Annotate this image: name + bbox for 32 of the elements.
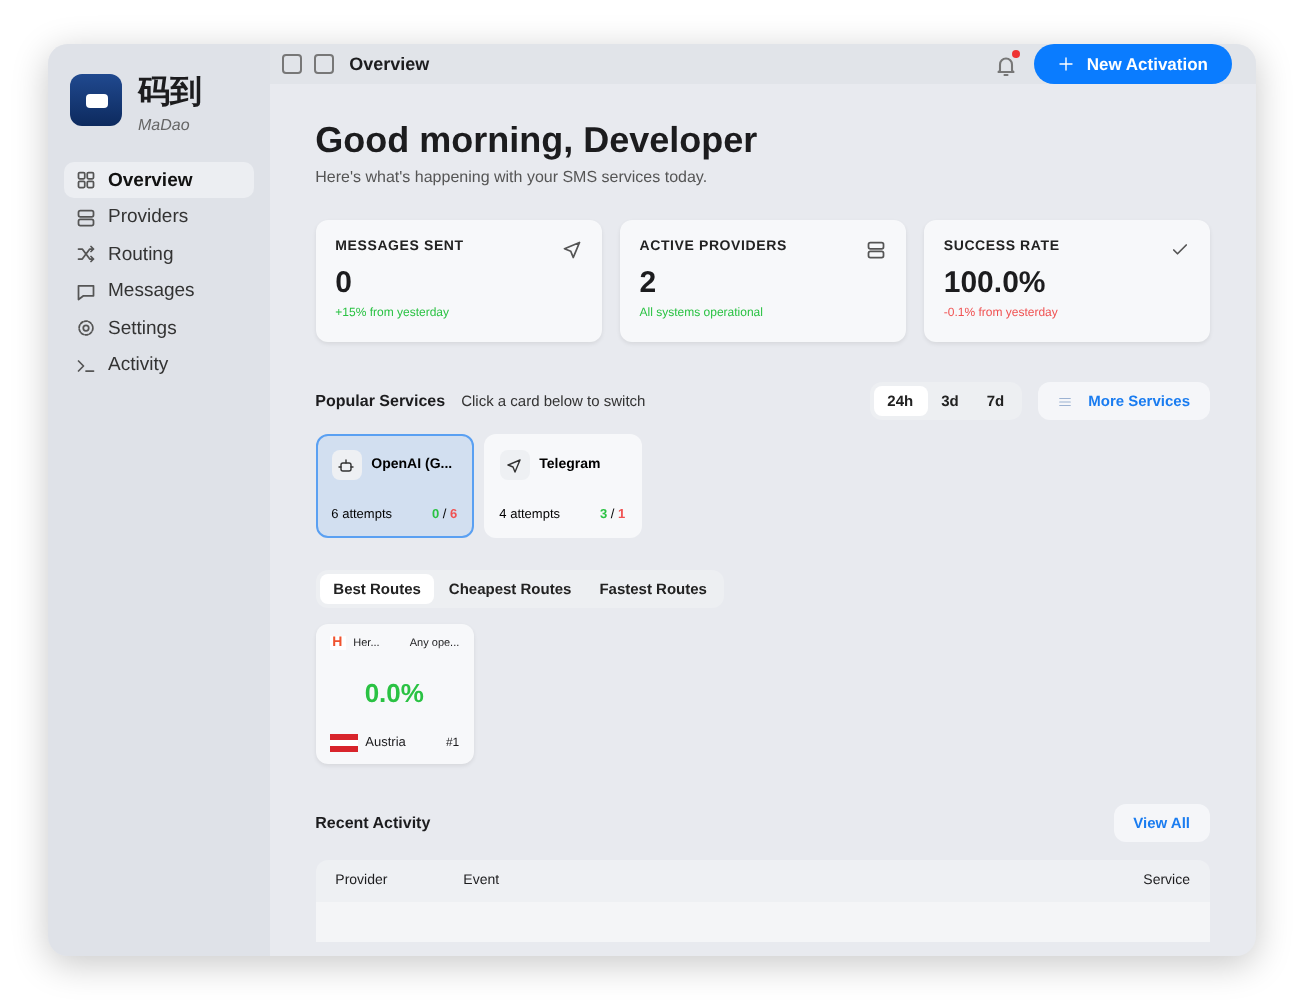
app-subtitle: MaDao — [138, 116, 192, 134]
section-title: Popular Services — [315, 392, 446, 410]
section-title: Recent Activity — [315, 814, 431, 832]
send-icon — [561, 240, 582, 260]
stat-value: 0 — [335, 266, 354, 300]
robot-icon — [338, 457, 355, 473]
new-activation-button[interactable]: New Activation — [1034, 44, 1232, 84]
sidebar-item[interactable]: Activity — [64, 347, 254, 383]
sidebar-item[interactable]: Providers — [64, 199, 254, 235]
sidebar-item[interactable]: Routing — [64, 236, 254, 272]
shuffle-icon — [76, 244, 96, 264]
server-icon — [865, 240, 886, 260]
send-icon — [506, 457, 523, 473]
app-logo-icon — [70, 74, 122, 126]
plus-icon — [1058, 56, 1075, 72]
terminal-icon — [76, 355, 96, 375]
stat-value: 2 — [639, 266, 659, 300]
sidebar-item[interactable]: Overview — [64, 162, 254, 198]
server-icon — [76, 207, 96, 227]
sidebar-item[interactable]: Messages — [64, 273, 254, 309]
grid-icon — [76, 170, 96, 190]
page-title: Overview — [349, 54, 432, 74]
flag-icon — [329, 734, 358, 752]
sidebar-item[interactable]: Settings — [64, 310, 254, 346]
app-title: 码到 — [138, 74, 202, 110]
notification-bell-icon — [994, 54, 1019, 78]
success-rate: 0.0% — [362, 677, 426, 707]
stat-value: 100.0% — [943, 266, 1048, 300]
message-icon — [76, 281, 96, 301]
greeting-heading: Good morning, Developer — [315, 120, 760, 162]
greeting-subtitle: Here's what's happening with your SMS services today. — [315, 168, 710, 186]
check-icon — [1169, 240, 1190, 260]
